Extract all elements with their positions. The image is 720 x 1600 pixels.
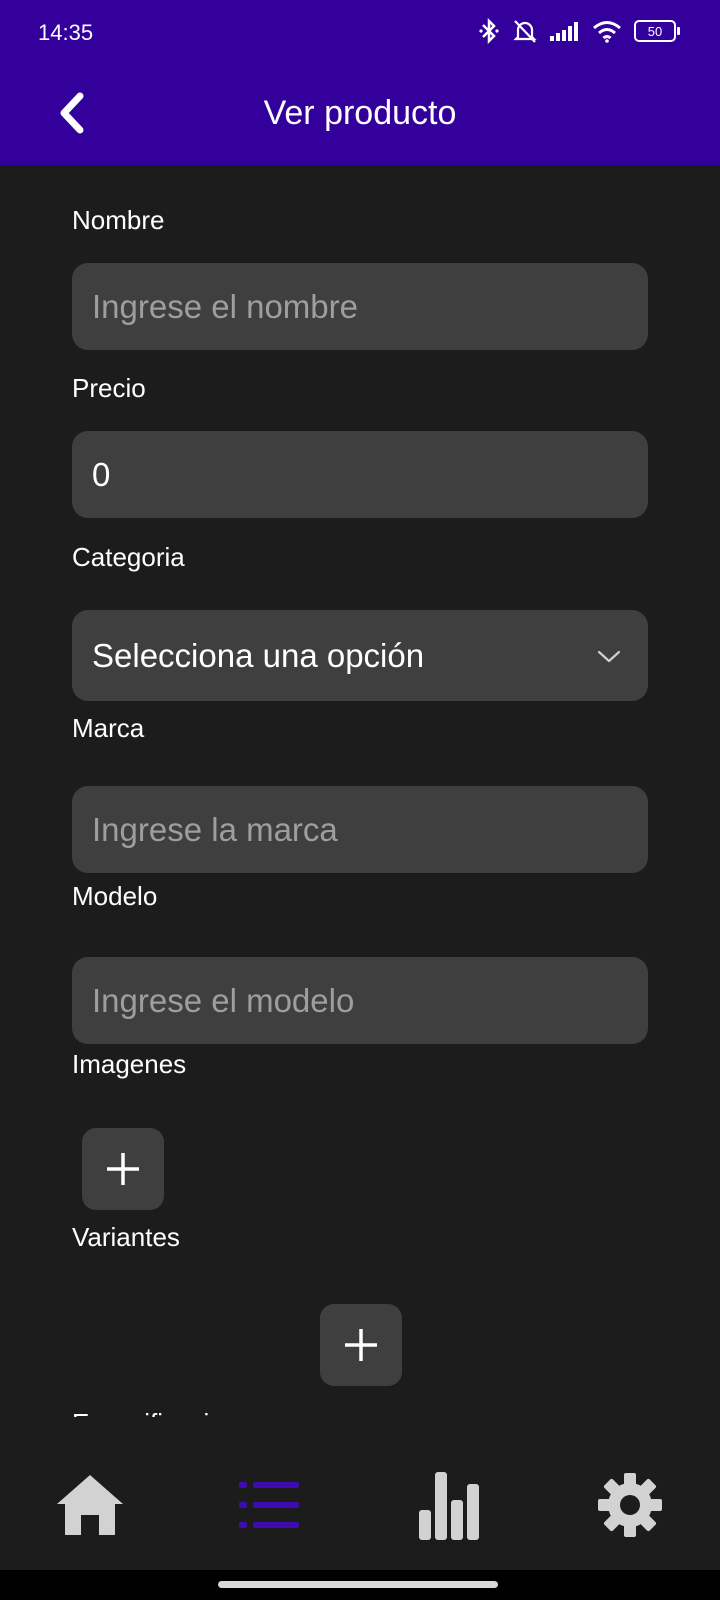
app-header: 14:35 50 Ver producto bbox=[0, 0, 720, 165]
nombre-input[interactable]: Ingrese el nombre bbox=[72, 263, 648, 350]
categoria-label: Categoria bbox=[72, 542, 185, 572]
precio-value: 0 bbox=[92, 455, 111, 493]
home-icon bbox=[57, 1475, 123, 1535]
status-bar: 14:35 50 bbox=[0, 0, 720, 70]
page-title: Ver producto bbox=[263, 94, 457, 132]
nav-list[interactable] bbox=[229, 1465, 309, 1545]
nav-stats[interactable] bbox=[409, 1465, 489, 1545]
marca-label: Marca bbox=[72, 713, 145, 743]
categoria-selected: Selecciona una opción bbox=[92, 636, 425, 674]
categoria-select[interactable]: Selecciona una opción bbox=[72, 610, 648, 701]
precio-input[interactable]: 0 bbox=[72, 431, 648, 518]
signal-icon bbox=[550, 22, 578, 41]
home-indicator[interactable] bbox=[218, 1581, 498, 1588]
bluetooth-icon bbox=[479, 18, 499, 44]
status-time: 14:35 bbox=[38, 20, 94, 45]
nav-home[interactable] bbox=[50, 1465, 130, 1545]
modelo-input[interactable]: Ingrese el modelo bbox=[72, 957, 648, 1044]
wifi-icon bbox=[593, 21, 621, 43]
bottom-nav bbox=[0, 1417, 720, 1570]
add-image-button[interactable] bbox=[82, 1128, 164, 1210]
product-form: Nombre Ingrese el nombre Precio 0 Catego… bbox=[0, 165, 720, 1417]
nav-settings[interactable] bbox=[590, 1465, 670, 1545]
marca-input[interactable]: Ingrese la marca bbox=[72, 786, 648, 873]
variantes-label: Variantes bbox=[72, 1222, 180, 1252]
precio-label: Precio bbox=[72, 373, 146, 403]
gear-icon bbox=[598, 1473, 662, 1537]
bell-off-icon bbox=[513, 20, 537, 43]
nombre-label: Nombre bbox=[72, 205, 165, 235]
nombre-placeholder: Ingrese el nombre bbox=[92, 287, 358, 325]
imagenes-label: Imagenes bbox=[72, 1049, 187, 1079]
status-icons: 50 bbox=[478, 18, 680, 44]
modelo-placeholder: Ingrese el modelo bbox=[92, 981, 355, 1019]
marca-placeholder: Ingrese la marca bbox=[92, 810, 338, 848]
battery-level: 50 bbox=[634, 20, 676, 42]
gesture-area bbox=[0, 1570, 720, 1600]
modelo-label: Modelo bbox=[72, 881, 158, 911]
plus-icon bbox=[107, 1153, 139, 1185]
list-icon bbox=[239, 1482, 299, 1528]
plus-icon bbox=[345, 1329, 377, 1361]
add-variant-button[interactable] bbox=[320, 1304, 402, 1386]
especificaciones-label: Especificaciones bbox=[72, 1408, 266, 1417]
battery-icon: 50 bbox=[634, 20, 680, 42]
chevron-down-icon bbox=[597, 650, 621, 662]
bar-chart-icon bbox=[419, 1472, 479, 1540]
